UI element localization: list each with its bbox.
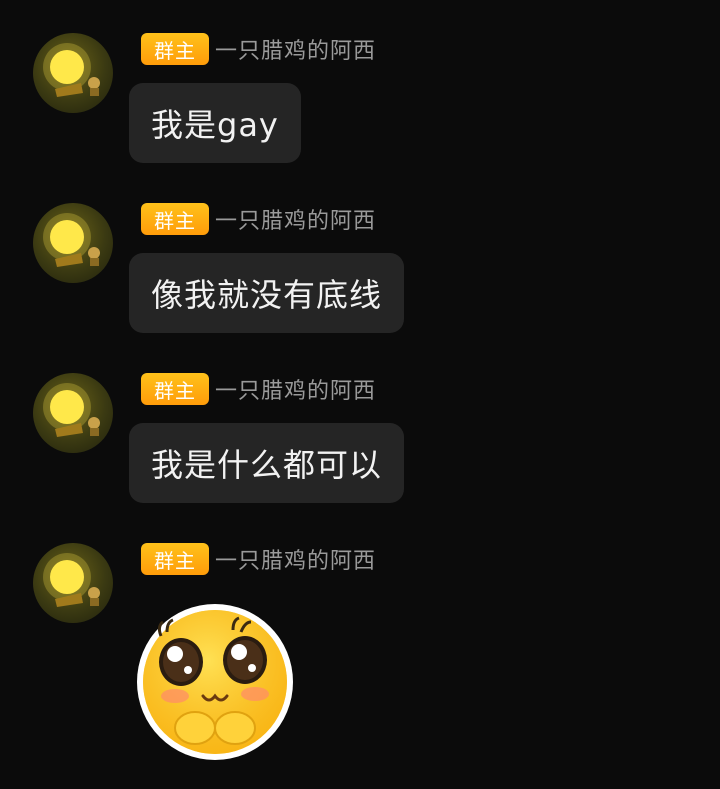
chat-view[interactable]: 群主 一只腊鸡的阿西 我是gay 群主 一只腊鸡的阿西 像我就没有底线 群主 一… bbox=[0, 0, 720, 789]
message-header: 群主 一只腊鸡的阿西 bbox=[141, 373, 376, 405]
message-header: 群主 一只腊鸡的阿西 bbox=[141, 543, 376, 575]
sender-name[interactable]: 一只腊鸡的阿西 bbox=[215, 373, 376, 405]
sender-name[interactable]: 一只腊鸡的阿西 bbox=[215, 543, 376, 575]
owner-badge: 群主 bbox=[141, 203, 209, 235]
avatar[interactable] bbox=[33, 203, 113, 283]
sender-name[interactable]: 一只腊鸡的阿西 bbox=[215, 33, 376, 65]
owner-badge: 群主 bbox=[141, 33, 209, 65]
sender-name[interactable]: 一只腊鸡的阿西 bbox=[215, 203, 376, 235]
owner-badge: 群主 bbox=[141, 373, 209, 405]
avatar[interactable] bbox=[33, 543, 113, 623]
message-bubble[interactable]: 我是gay bbox=[129, 83, 301, 163]
avatar[interactable] bbox=[33, 33, 113, 113]
message-header: 群主 一只腊鸡的阿西 bbox=[141, 33, 376, 65]
message-header: 群主 一只腊鸡的阿西 bbox=[141, 203, 376, 235]
avatar[interactable] bbox=[33, 373, 113, 453]
owner-badge: 群主 bbox=[141, 543, 209, 575]
message-bubble[interactable]: 像我就没有底线 bbox=[129, 253, 405, 333]
message-bubble[interactable]: 我是什么都可以 bbox=[129, 423, 405, 503]
shy-emoji-sticker[interactable] bbox=[133, 600, 298, 760]
